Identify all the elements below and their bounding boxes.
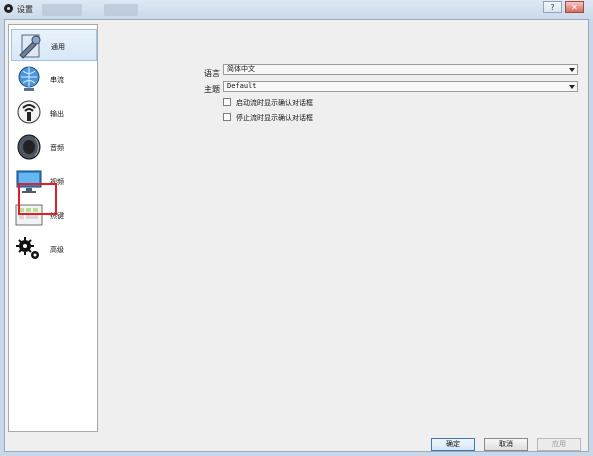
theme-label: 主题 [204,85,220,94]
broadcast-icon [17,100,41,124]
startup-confirm-checkbox[interactable] [223,98,231,106]
sidebar-item-general[interactable]: 通用 [11,29,97,61]
language-select[interactable]: 简体中文 [223,64,578,75]
video-item-highlight [18,183,57,215]
settings-sidebar: 通用 串流 输出 音频 视频 热键 高级 [8,24,98,432]
sidebar-label-advanced: 高级 [50,246,64,254]
help-button[interactable]: ? [543,1,562,13]
stop-confirm-label: 停止流时显示确认对话框 [236,114,313,122]
sidebar-item-output[interactable]: 输出 [11,97,97,129]
theme-select-value: Default [227,82,257,90]
apply-button: 应用 [537,438,581,451]
sidebar-label-general: 通用 [51,43,65,51]
window-title: 设置 [17,5,33,14]
chevron-down-icon [569,68,575,72]
chevron-down-icon [569,85,575,89]
cancel-button[interactable]: 取消 [484,438,528,451]
gears-icon [16,237,39,259]
ok-button[interactable]: 确定 [431,438,475,451]
startup-confirm-label: 启动流时显示确认对话框 [236,99,313,107]
language-select-value: 简体中文 [227,65,255,73]
sidebar-label-audio: 音频 [50,144,64,152]
globe-network-icon [18,66,40,91]
theme-select[interactable]: Default [223,81,578,92]
sidebar-item-audio[interactable]: 音频 [11,131,97,163]
speaker-icon [17,134,41,160]
wrench-document-icon [19,34,41,59]
title-bar: 设置 ? ✕ [0,0,593,19]
language-label: 语言 [204,69,220,78]
obs-app-icon [4,4,13,13]
sidebar-item-stream[interactable]: 串流 [11,63,97,95]
sidebar-item-advanced[interactable]: 高级 [11,233,97,265]
blurred-title-area [42,4,82,16]
close-button[interactable]: ✕ [565,1,584,13]
sidebar-label-output: 输出 [50,110,64,118]
stop-confirm-checkbox[interactable] [223,113,231,121]
sidebar-label-stream: 串流 [50,76,64,84]
blurred-title-area [104,4,138,16]
